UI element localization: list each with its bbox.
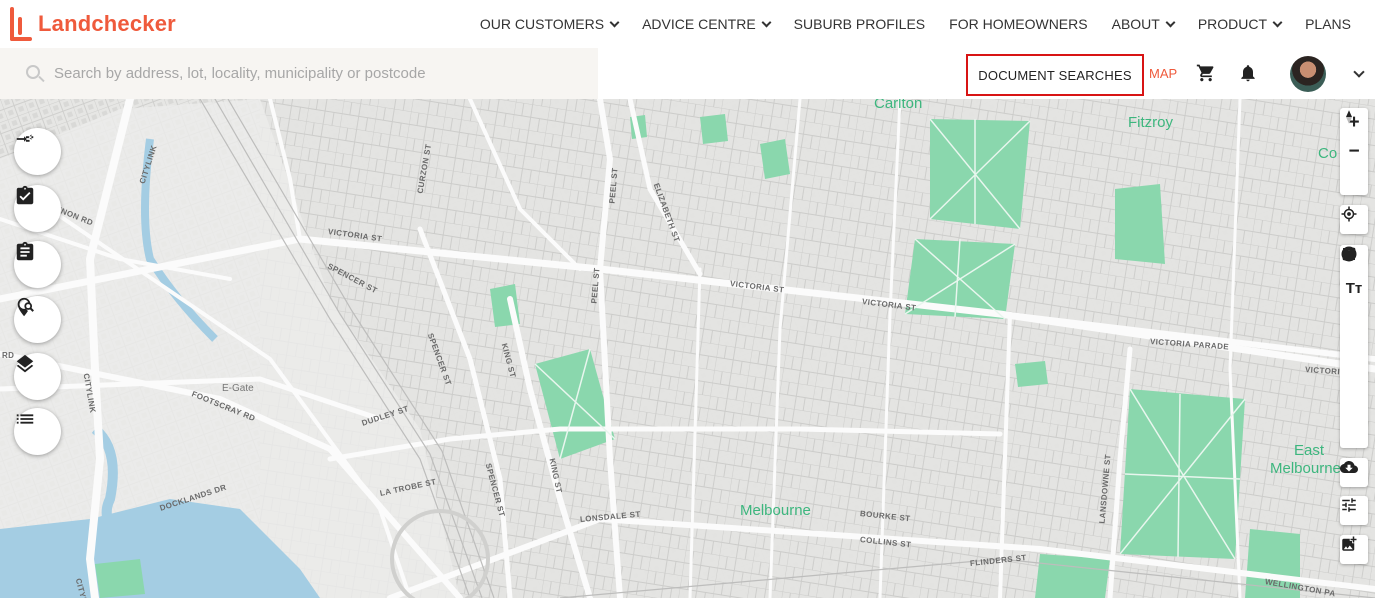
clipboard-button[interactable]	[14, 241, 61, 288]
map-graphics	[0, 99, 1375, 598]
download-icon[interactable]	[1340, 458, 1368, 487]
map-search-icon	[17, 297, 34, 317]
chevron-down-icon	[609, 17, 620, 27]
suburb-label-carlton: Carlton	[874, 99, 923, 112]
nav-suburb-profiles[interactable]: SUBURB PROFILES	[782, 16, 937, 32]
chevron-down-icon	[761, 17, 772, 27]
locate-control	[1340, 205, 1368, 234]
nav-label: SUBURB PROFILES	[793, 16, 926, 32]
suburb-label-fitzroy: Fitzroy	[1128, 114, 1173, 131]
main-nav: OUR CUSTOMERS ADVICE CENTRE SUBURB PROFI…	[468, 0, 1363, 48]
suburb-label-east-melbourne-2: Melbourne	[1270, 460, 1341, 477]
text-tool-icon[interactable]: Tт	[1340, 274, 1368, 303]
nav-our-customers[interactable]: OUR CUSTOMERS	[468, 16, 630, 32]
map-search-button[interactable]	[14, 296, 61, 343]
landchecker-logo[interactable]: Landchecker	[10, 6, 176, 42]
search-input[interactable]	[54, 48, 584, 99]
nav-label: FOR HOMEOWNERS	[949, 16, 1088, 32]
compare-button[interactable]	[14, 128, 61, 175]
nav-label: PLANS	[1305, 16, 1351, 32]
nav-label: ABOUT	[1111, 16, 1160, 32]
street-label: RD	[2, 351, 15, 360]
suburb-label-melbourne: Melbourne	[740, 502, 811, 519]
delete-icon[interactable]	[1340, 247, 1368, 448]
filter-sliders-icon[interactable]	[1340, 496, 1368, 525]
map-canvas[interactable]: VICTORIA ST VICTORIA ST VICTORIA ST VICT…	[0, 99, 1375, 598]
search-bar	[0, 48, 598, 99]
line-tool-icon[interactable]	[1340, 247, 1368, 332]
document-searches-button[interactable]: DOCUMENT SEARCHES	[966, 54, 1144, 96]
logo-mark-icon	[10, 7, 32, 41]
locate-icon[interactable]	[1340, 205, 1368, 234]
compare-icon	[16, 134, 34, 142]
nav-label: ADVICE CENTRE	[642, 16, 756, 32]
drawing-tools: Tт	[1340, 245, 1368, 448]
top-navbar: Landchecker OUR CUSTOMERS ADVICE CENTRE …	[0, 0, 1375, 48]
cart-icon[interactable]	[1196, 63, 1216, 83]
add-image-control	[1340, 535, 1368, 564]
download-control	[1340, 458, 1368, 487]
list-button[interactable]	[14, 408, 61, 455]
nav-plans[interactable]: PLANS	[1293, 16, 1363, 32]
list-icon	[16, 414, 34, 424]
layers-icon	[16, 354, 34, 373]
checklist-icon	[16, 185, 34, 205]
map-link[interactable]: MAP	[1149, 66, 1177, 81]
zoom-controls: + −	[1340, 108, 1368, 195]
zoom-out-icon[interactable]: −	[1340, 137, 1368, 166]
header-actions: DOCUMENT SEARCHES MAP	[598, 48, 1375, 99]
user-avatar[interactable]	[1290, 56, 1326, 92]
checklist-button[interactable]	[14, 185, 61, 232]
circle-tool-icon[interactable]	[1340, 247, 1368, 419]
nav-label: PRODUCT	[1197, 16, 1268, 32]
nav-label: OUR CUSTOMERS	[479, 16, 605, 32]
nav-about[interactable]: ABOUT	[1100, 16, 1186, 32]
suburb-label-east-melbourne: East	[1294, 442, 1325, 459]
search-icon	[26, 65, 40, 79]
nav-for-homeowners[interactable]: FOR HOMEOWNERS	[937, 16, 1099, 32]
bell-icon[interactable]	[1238, 63, 1258, 83]
compass-icon[interactable]	[1340, 110, 1368, 195]
nav-product[interactable]: PRODUCT	[1186, 16, 1293, 32]
add-image-icon[interactable]	[1340, 535, 1368, 564]
chevron-down-icon	[1272, 17, 1283, 27]
filter-control	[1340, 496, 1368, 525]
polygon-tool-icon[interactable]	[1340, 246, 1368, 361]
brand-name: Landchecker	[38, 11, 176, 36]
nav-advice-centre[interactable]: ADVICE CENTRE	[630, 16, 782, 32]
clipboard-icon	[16, 241, 34, 261]
place-label-egate: E-Gate	[222, 383, 254, 394]
rectangle-tool-icon[interactable]	[1340, 248, 1368, 390]
chevron-down-icon[interactable]	[1353, 66, 1365, 78]
layers-button[interactable]	[14, 353, 61, 400]
chevron-down-icon	[1165, 17, 1176, 27]
suburb-label-collingwood: Co	[1318, 145, 1338, 162]
